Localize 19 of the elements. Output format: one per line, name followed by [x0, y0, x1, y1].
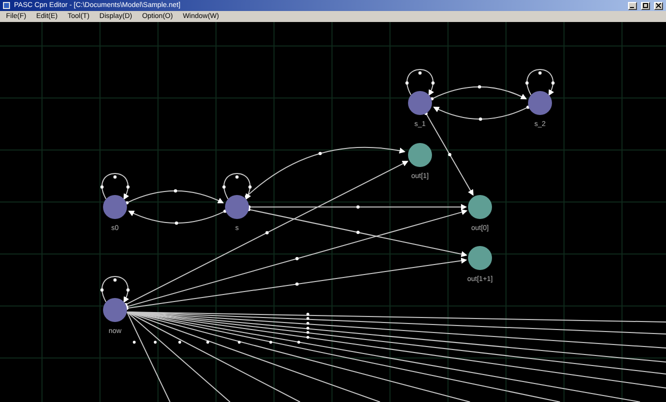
place-node[interactable]	[528, 91, 552, 115]
place-node[interactable]	[408, 143, 432, 167]
self-loop-edge	[100, 173, 130, 200]
self-loop-edge	[525, 69, 555, 96]
minimize-button[interactable]	[628, 2, 637, 10]
app-icon	[3, 2, 10, 9]
place-node[interactable]	[408, 91, 432, 115]
maximize-icon	[643, 3, 648, 8]
self-loop-edge	[222, 173, 252, 200]
maximize-button[interactable]	[641, 2, 650, 10]
place-node[interactable]	[103, 195, 127, 219]
place-node[interactable]	[468, 246, 492, 270]
self-loop-edge	[405, 69, 435, 96]
self-loop-edge	[100, 276, 130, 303]
place-node[interactable]	[103, 298, 127, 322]
close-icon	[656, 3, 661, 8]
place-node[interactable]	[225, 195, 249, 219]
close-button[interactable]	[654, 2, 663, 10]
place-node[interactable]	[468, 195, 492, 219]
